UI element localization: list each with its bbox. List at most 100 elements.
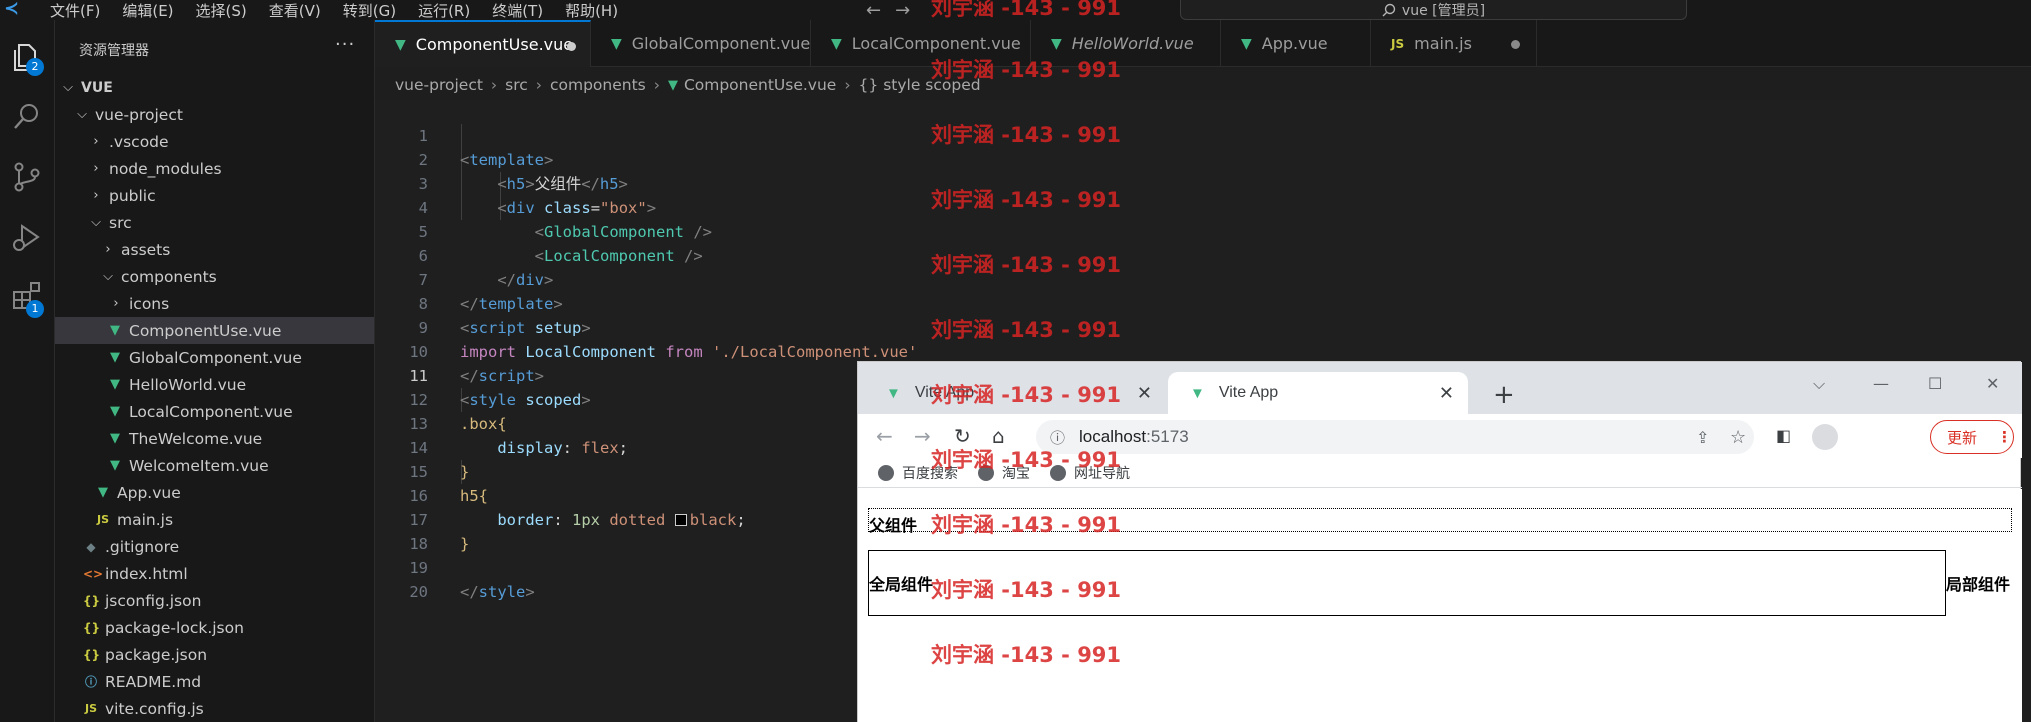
tree-item-label: main.js (117, 510, 174, 529)
tree-item-gitignore[interactable]: ◆ .gitignore (55, 533, 374, 560)
watermark: 刘宇涵 -143 - 991 (931, 0, 1122, 20)
breadcrumb: vue-project › src › components › ▼ Compo… (395, 76, 981, 94)
chevron-down-icon: ⌵ (103, 269, 113, 284)
update-button[interactable]: 更新 ⋮ (1930, 420, 2014, 454)
workspace-root[interactable]: ⌵ VUE (55, 74, 374, 101)
profile-avatar-icon[interactable] (1812, 424, 1838, 450)
code-line: 16 border: 1px dotted black; (375, 460, 745, 529)
breadcrumb-item[interactable]: ComponentUse.vue (684, 76, 836, 94)
update-label: 更新 (1947, 428, 1978, 447)
code-line: 10 </script> (375, 316, 544, 385)
extensions-icon[interactable]: 1 (10, 280, 44, 318)
code-line: 13 display: flex; (375, 388, 628, 457)
js-file-icon: JS (1391, 36, 1405, 51)
tree-item-label: index.html (105, 564, 188, 583)
tree-item-label: ComponentUse.vue (129, 321, 282, 340)
info-file-icon: ⓘ (84, 675, 97, 689)
breadcrumb-item[interactable]: vue-project (395, 76, 483, 94)
tree-item-components[interactable]: ⌵ components (55, 263, 374, 290)
css-selector: .box (460, 415, 498, 433)
tree-item-package[interactable]: {} package.json (55, 641, 374, 668)
tab-search-chevron-icon[interactable]: ⌵ (1813, 374, 1825, 394)
code-line: 18 (375, 508, 428, 553)
window-close-icon[interactable]: ✕ (1986, 374, 1999, 393)
close-icon[interactable]: ✕ (1439, 383, 1454, 404)
tree-item-vue-project[interactable]: ⌵ vue-project (55, 101, 374, 128)
tree-item-jsconfig[interactable]: {} jsconfig.json (55, 587, 374, 614)
vue-file-icon: ▼ (667, 77, 678, 93)
explorer-icon[interactable]: 2 (10, 40, 44, 76)
breadcrumb-item[interactable]: components (550, 76, 646, 94)
tree-item-globalcomponent[interactable]: ▼ GlobalComponent.vue (55, 344, 374, 371)
code-line: 15 h5{ (375, 436, 488, 505)
tree-item-readme[interactable]: ⓘ README.md (55, 668, 374, 695)
side-panel-icon[interactable]: ◧ (1776, 426, 1791, 445)
menu-view[interactable]: 查看(V) (269, 0, 321, 21)
tree-item-indexhtml[interactable]: <> index.html (55, 560, 374, 587)
breadcrumb-item[interactable]: src (505, 76, 528, 94)
bookmark-star-icon[interactable]: ☆ (1730, 427, 1746, 448)
explorer-badge: 2 (26, 58, 44, 76)
menu-file[interactable]: 文件(F) (50, 0, 100, 21)
attr-value: "box" (600, 199, 647, 217)
tab-app[interactable]: ▼ App.vue (1221, 20, 1371, 67)
tree-item-label: README.md (105, 672, 202, 691)
tree-item-thewelcome[interactable]: ▼ TheWelcome.vue (55, 425, 374, 452)
vue-file-icon: ▼ (611, 35, 622, 52)
tree-item-vscode[interactable]: › .vscode (55, 128, 374, 155)
kebab-menu-icon[interactable]: ⋮ (1997, 428, 2012, 446)
back-icon[interactable]: ← (876, 424, 893, 448)
nav-back-forward-icon[interactable]: ←→ (866, 0, 924, 21)
tree-item-src[interactable]: ⌵ src (55, 209, 374, 236)
chevron-right-icon: › (113, 296, 119, 311)
tree-item-public[interactable]: › public (55, 182, 374, 209)
tab-label: GlobalComponent.vue (631, 34, 811, 53)
unsaved-dot-icon[interactable] (1511, 40, 1520, 49)
address-bar[interactable]: ⓘ localhost:5173 ⇪ ☆ (1036, 420, 1754, 454)
menu-edit[interactable]: 编辑(E) (122, 0, 173, 21)
more-icon[interactable]: ··· (335, 34, 355, 55)
color-swatch-icon[interactable] (674, 514, 687, 526)
minimize-icon[interactable]: — (1873, 374, 1889, 393)
unsaved-dot-icon[interactable] (567, 42, 576, 51)
tree-item-viteconfig[interactable]: JS vite.config.js (55, 695, 374, 722)
tree-item-label: package-lock.json (105, 618, 244, 637)
source-control-icon[interactable] (10, 160, 44, 194)
search-icon[interactable] (10, 100, 44, 134)
tab-mainjs[interactable]: JS main.js (1371, 20, 1537, 67)
watermark: 刘宇涵 -143 - 991 (931, 513, 1122, 537)
tree-item-package-lock[interactable]: {} package-lock.json (55, 614, 374, 641)
menu-help[interactable]: 帮助(H) (565, 0, 618, 21)
run-debug-icon[interactable] (10, 220, 44, 254)
css-property: border (497, 511, 554, 529)
code-line: 4 <GlobalComponent /> (375, 172, 712, 241)
tab-componentuse[interactable]: ▼ ComponentUse.vue (375, 20, 591, 67)
tree-item-node-modules[interactable]: › node_modules (55, 155, 374, 182)
menu-selection[interactable]: 选择(S) (196, 0, 247, 21)
menu-go[interactable]: 转到(G) (343, 0, 396, 21)
maximize-icon[interactable]: ☐ (1928, 374, 1942, 393)
menu-terminal[interactable]: 终端(T) (492, 0, 543, 21)
tab-globalcomponent[interactable]: ▼ GlobalComponent.vue (591, 20, 811, 67)
tree-item-assets[interactable]: › assets (55, 236, 374, 263)
code-text: </div> (497, 271, 554, 289)
tree-item-localcomponent[interactable]: ▼ LocalComponent.vue (55, 398, 374, 425)
new-tab-icon[interactable]: + (1493, 380, 1515, 410)
forward-icon[interactable]: → (914, 424, 931, 448)
tree-item-helloworld[interactable]: ▼ HelloWorld.vue (55, 371, 374, 398)
code-line: 2 <h5>父组件</h5> (375, 124, 628, 193)
globe-icon (878, 464, 894, 481)
chevron-right-icon: › (105, 242, 111, 257)
tree-item-welcomeitem[interactable]: ▼ WelcomeItem.vue (55, 452, 374, 479)
tree-item-icons[interactable]: › icons (55, 290, 374, 317)
browser-tab-2[interactable]: ▼ Vite App ✕ (1168, 372, 1468, 414)
watermark: 刘宇涵 -143 - 991 (931, 383, 1122, 407)
tree-item-app[interactable]: ▼ App.vue (55, 479, 374, 506)
command-center[interactable]: vue [管理员] (1180, 0, 1687, 20)
menu-run[interactable]: 运行(R) (418, 0, 470, 21)
tree-item-componentuse[interactable]: ▼ ComponentUse.vue (55, 317, 374, 344)
share-icon[interactable]: ⇪ (1696, 428, 1709, 447)
close-icon[interactable]: ✕ (1137, 383, 1152, 404)
vue-file-icon: ▼ (110, 350, 120, 365)
tree-item-mainjs[interactable]: JS main.js (55, 506, 374, 533)
